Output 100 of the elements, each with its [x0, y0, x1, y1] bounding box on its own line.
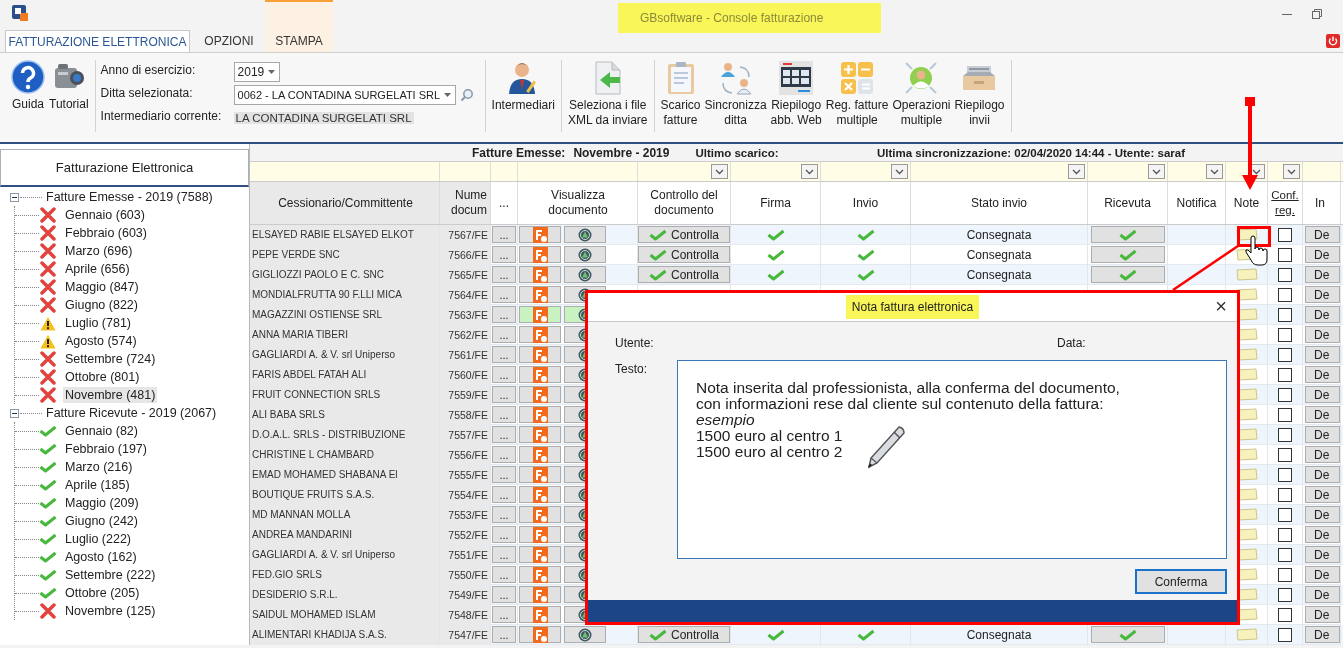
action-button[interactable]: De — [1305, 386, 1340, 403]
view-button[interactable] — [519, 326, 561, 343]
view-button[interactable] — [519, 566, 561, 583]
more-button[interactable]: ... — [492, 446, 516, 463]
tree-item[interactable]: Giugno (822) — [63, 297, 140, 313]
toolbar-button[interactable]: Scarico fatture — [658, 60, 703, 142]
view-button[interactable] — [519, 606, 561, 623]
view-button[interactable] — [519, 286, 561, 303]
checkbox[interactable] — [1278, 627, 1292, 642]
view-button[interactable] — [519, 226, 561, 243]
checkbox[interactable] — [1278, 227, 1292, 242]
view-button[interactable] — [519, 506, 561, 523]
toolbar-button[interactable]: Sincronizza ditta — [702, 60, 769, 142]
filter-dropdown[interactable] — [1283, 164, 1300, 179]
tree-item[interactable]: Settembre (724) — [63, 351, 158, 367]
more-button[interactable]: ... — [492, 386, 516, 403]
more-button[interactable]: ... — [492, 406, 516, 423]
receipt-button[interactable] — [1090, 626, 1165, 643]
action-button[interactable]: De — [1305, 546, 1340, 563]
tree-item[interactable]: Agosto (574) — [63, 333, 139, 349]
checkbox[interactable] — [1278, 567, 1292, 582]
tree-item[interactable]: Ottobre (205) — [63, 585, 142, 601]
action-button[interactable]: De — [1305, 246, 1340, 263]
more-button[interactable]: ... — [492, 586, 516, 603]
more-button[interactable]: ... — [492, 246, 516, 263]
filter-dropdown[interactable] — [711, 164, 728, 179]
filter-dropdown[interactable] — [1068, 164, 1085, 179]
view-button[interactable] — [519, 306, 561, 323]
checkbox[interactable] — [1278, 287, 1292, 302]
more-button[interactable]: ... — [492, 366, 516, 383]
view-button[interactable] — [519, 546, 561, 563]
column-header[interactable]: Conf. reg. — [1271, 188, 1299, 218]
view-button[interactable] — [519, 426, 561, 443]
checkbox[interactable] — [1278, 347, 1292, 362]
tree-item[interactable]: Maggio (847) — [63, 279, 141, 295]
verify-button[interactable]: Controlla — [638, 226, 730, 243]
action-button[interactable]: De — [1305, 626, 1340, 643]
toolbar-button[interactable]: Operazioni multiple — [890, 60, 953, 142]
checkbox[interactable] — [1278, 487, 1292, 502]
action-button[interactable]: De — [1305, 266, 1340, 283]
dropdown[interactable]: 0062 - LA CONTADINA SURGELATI SRL — [233, 84, 456, 105]
checkbox[interactable] — [1278, 527, 1292, 542]
view-button[interactable] — [519, 526, 561, 543]
view-button[interactable] — [519, 346, 561, 363]
more-button[interactable]: ... — [492, 506, 516, 523]
more-button[interactable]: ... — [492, 486, 516, 503]
view-button[interactable] — [519, 266, 561, 283]
checkbox[interactable] — [1278, 607, 1292, 622]
confirm-button[interactable]: Conferma — [1135, 569, 1227, 594]
collapse-toggle[interactable] — [10, 408, 19, 418]
filter-dropdown[interactable] — [1206, 164, 1223, 179]
filter-dropdown[interactable] — [801, 164, 818, 179]
tree-item[interactable]: Marzo (696) — [63, 243, 135, 259]
more-button[interactable]: ... — [492, 306, 516, 323]
tree-group-label[interactable]: Fatture Ricevute - 2019 (2067) — [46, 406, 217, 420]
view-button[interactable] — [519, 626, 561, 643]
tree-item[interactable]: Ottobre (801) — [63, 369, 142, 385]
tree-item[interactable]: Settembre (222) — [63, 567, 158, 583]
checkbox[interactable] — [1278, 447, 1292, 462]
tree-item[interactable]: Gennaio (82) — [63, 423, 140, 439]
view-button[interactable] — [519, 486, 561, 503]
checkbox[interactable] — [1278, 587, 1292, 602]
more-button[interactable]: ... — [492, 526, 516, 543]
tree-item[interactable]: Aprile (185) — [63, 477, 132, 493]
action-button[interactable]: De — [1305, 506, 1340, 523]
more-button[interactable]: ... — [492, 266, 516, 283]
action-button[interactable]: De — [1305, 586, 1340, 603]
action-button[interactable]: De — [1305, 526, 1340, 543]
tree-item[interactable]: Giugno (242) — [63, 513, 140, 529]
more-button[interactable]: ... — [492, 426, 516, 443]
action-button[interactable]: De — [1305, 286, 1340, 303]
receipt-button[interactable] — [1090, 226, 1165, 243]
view-button[interactable] — [564, 246, 606, 263]
checkbox[interactable] — [1278, 547, 1292, 562]
view-button[interactable] — [519, 466, 561, 483]
view-button[interactable] — [564, 626, 606, 643]
more-button[interactable]: ... — [492, 626, 516, 643]
filter-dropdown[interactable] — [1148, 164, 1165, 179]
checkbox[interactable] — [1278, 367, 1292, 382]
view-button[interactable] — [519, 446, 561, 463]
tree-item[interactable]: Febbraio (197) — [63, 441, 149, 457]
toolbar-button[interactable]: Reg. fatture multiple — [823, 60, 891, 142]
checkbox[interactable] — [1278, 427, 1292, 442]
more-button[interactable]: ... — [492, 566, 516, 583]
checkbox[interactable] — [1278, 247, 1292, 262]
action-button[interactable]: De — [1305, 406, 1340, 423]
tree-item[interactable]: Maggio (209) — [63, 495, 141, 511]
checkbox[interactable] — [1278, 507, 1292, 522]
view-button[interactable] — [564, 226, 606, 243]
more-button[interactable]: ... — [492, 286, 516, 303]
close-button[interactable]: × — [1215, 296, 1227, 316]
tree-item[interactable]: Novembre (481) — [63, 387, 158, 403]
tab[interactable]: FATTURAZIONE ELETTRONICA — [5, 30, 190, 52]
tree-item[interactable]: Luglio (781) — [63, 315, 133, 331]
toolbar-button[interactable]: Tutorial — [47, 60, 91, 142]
more-button[interactable]: ... — [492, 466, 516, 483]
view-button[interactable] — [519, 586, 561, 603]
tree-item[interactable]: Agosto (162) — [63, 549, 139, 565]
view-button[interactable] — [519, 366, 561, 383]
collapse-toggle[interactable] — [10, 192, 19, 202]
